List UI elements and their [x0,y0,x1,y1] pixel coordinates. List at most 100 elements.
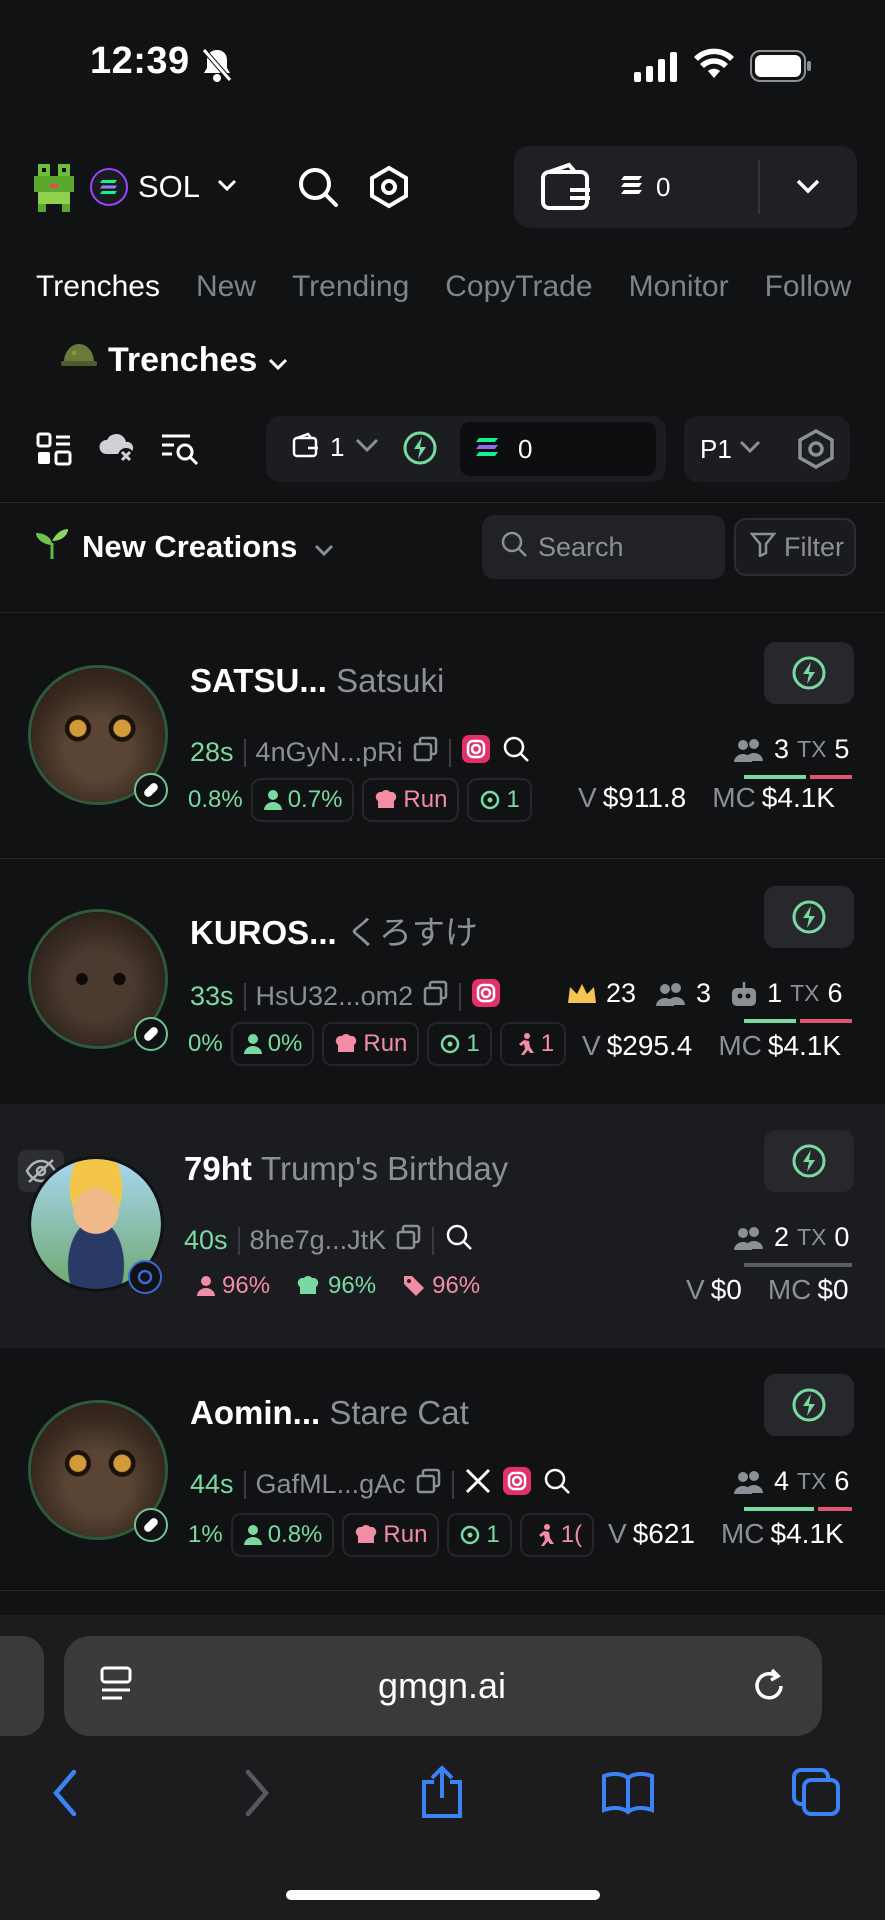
instagram-icon[interactable] [461,734,491,771]
volume-value: $295.4 [606,1030,693,1061]
share-icon[interactable] [418,1764,466,1825]
instagram-icon[interactable] [471,978,501,1015]
tab-monitor[interactable]: Monitor [629,270,729,304]
layout-grid-icon[interactable] [36,432,72,471]
quick-buy-button[interactable] [764,886,854,948]
target-icon [461,1525,480,1545]
back-arrow-icon[interactable] [50,1768,80,1823]
search-icon[interactable] [296,165,340,209]
pill-badge-icon [134,773,168,807]
token-symbol: 79ht [184,1150,252,1187]
quick-buy-button[interactable] [764,642,854,704]
mc-value: $4.1K [767,1030,842,1061]
token-address: GafML...gAc [255,1469,406,1499]
running-icon [518,1033,534,1055]
wallet-selector[interactable]: 1 [292,432,380,463]
bookmarks-icon[interactable] [600,1770,656,1821]
app-logo[interactable] [26,160,82,216]
reload-icon[interactable] [750,1664,788,1709]
mc-value: $4.1K [770,1518,844,1549]
quick-buy-button[interactable] [764,1130,854,1192]
quick-buy-button[interactable] [764,1374,854,1436]
holders-tx-stats: 4 TX 6 [732,1466,849,1497]
token-name: KUROS... くろすけ [190,906,478,954]
copy-icon[interactable] [416,1468,442,1501]
tx-count: 5 [834,734,850,764]
volume-label: V [608,1518,627,1549]
holders-count: 3 [696,978,712,1008]
top10-value: 96% [222,1272,271,1299]
wallet-divider [758,160,760,214]
volume-mc: V $621 MC $4.1K [604,1518,844,1550]
volume-label: V [578,782,597,813]
search-icon[interactable] [542,1466,572,1503]
address-bar[interactable]: gmgn.ai [64,1636,822,1736]
tab-new[interactable]: New [196,270,256,304]
new-creations-dropdown[interactable]: New Creations [32,525,335,569]
token-meta: 44s GafML...gAc [190,1466,572,1503]
bot-icon [732,981,757,1006]
token-name: SATSU... Satsuki [190,662,444,700]
user-icon [197,1276,215,1296]
tab-follow[interactable]: Follow [765,270,852,304]
token-search-input[interactable]: Search [482,515,725,579]
reader-menu-icon[interactable] [98,1664,134,1709]
separator [243,738,246,767]
settings-hex-icon[interactable] [368,165,410,209]
search-icon [500,530,528,565]
token-card[interactable]: KUROS... くろすけ 33s HsU32...om2 23 3 1 TX … [0,860,885,1102]
filter-button[interactable]: Filter [734,518,856,576]
holders-count: 2 [774,1222,790,1252]
search-icon[interactable] [444,1222,474,1259]
target-icon [481,790,500,810]
search-icon[interactable] [501,734,531,771]
section-title-dropdown[interactable]: Trenches [60,340,289,381]
previous-tab-preview[interactable] [0,1636,44,1736]
token-card[interactable]: 79ht Trump's Birthday 40s 8he7g...JtK 96… [0,1104,885,1348]
volume-mc: V $295.4 MC $4.1K [578,1030,842,1062]
holders-icon [656,982,686,1006]
list-search-icon[interactable] [160,432,200,471]
token-card[interactable]: Aomin... Stare Cat 44s GafML...gAc 4 TX … [0,1348,885,1590]
chef-hat-icon [297,1276,319,1294]
buy-ratio-bar [744,1507,814,1511]
wallet-icon [540,162,594,212]
dev-value: 96% [328,1272,377,1299]
tab-trending[interactable]: Trending [292,270,409,304]
token-card[interactable]: SATSU... Satsuki 28s 4nGyN...pRi 0.8% 0.… [0,616,885,858]
home-indicator [286,1890,600,1900]
chevron-down-icon [216,178,238,197]
holders-count: 4 [774,1466,790,1496]
nav-tabs: Trenches New Trending CopyTrade Monitor … [36,270,851,304]
target-icon [441,1034,460,1054]
instagram-icon[interactable] [502,1466,532,1503]
token-chips: 96% 96% 96% [196,1272,480,1300]
token-name: Aomin... Stare Cat [190,1394,469,1432]
token-fullname: Trump's Birthday [261,1150,509,1187]
preset-settings-icon[interactable] [796,428,836,475]
tab-copytrade[interactable]: CopyTrade [445,270,592,304]
tab-trenches[interactable]: Trenches [36,270,160,304]
buy-amount-input[interactable]: 0 [460,422,656,476]
lightning-icon[interactable] [402,430,438,471]
wallet-dropdown-chevron-icon[interactable] [795,178,821,201]
copy-icon[interactable] [423,980,449,1013]
copy-icon[interactable] [396,1224,422,1257]
forward-arrow-icon[interactable] [242,1768,272,1823]
volume-mc: V $911.8 MC $4.1K [578,782,835,814]
chain-selector[interactable]: SOL [90,168,238,206]
token-age: 28s [190,737,234,767]
x-twitter-icon[interactable] [464,1467,492,1502]
preset-selector[interactable]: P1 [700,434,762,465]
mc-label: MC [718,1030,762,1061]
separator [243,1470,246,1499]
snipers-chip: 1 [427,1022,492,1066]
tabs-icon[interactable] [790,1766,842,1823]
copy-icon[interactable] [413,736,439,769]
tx-ratio-bar [744,1263,852,1267]
cloud-x-icon[interactable] [98,430,136,471]
dev-status-chip: Run [322,1022,420,1066]
dev-status-chip: Run [342,1513,440,1557]
mc-label: MC [720,1518,765,1549]
holders-tx-stats: 2 TX 0 [732,1222,849,1253]
